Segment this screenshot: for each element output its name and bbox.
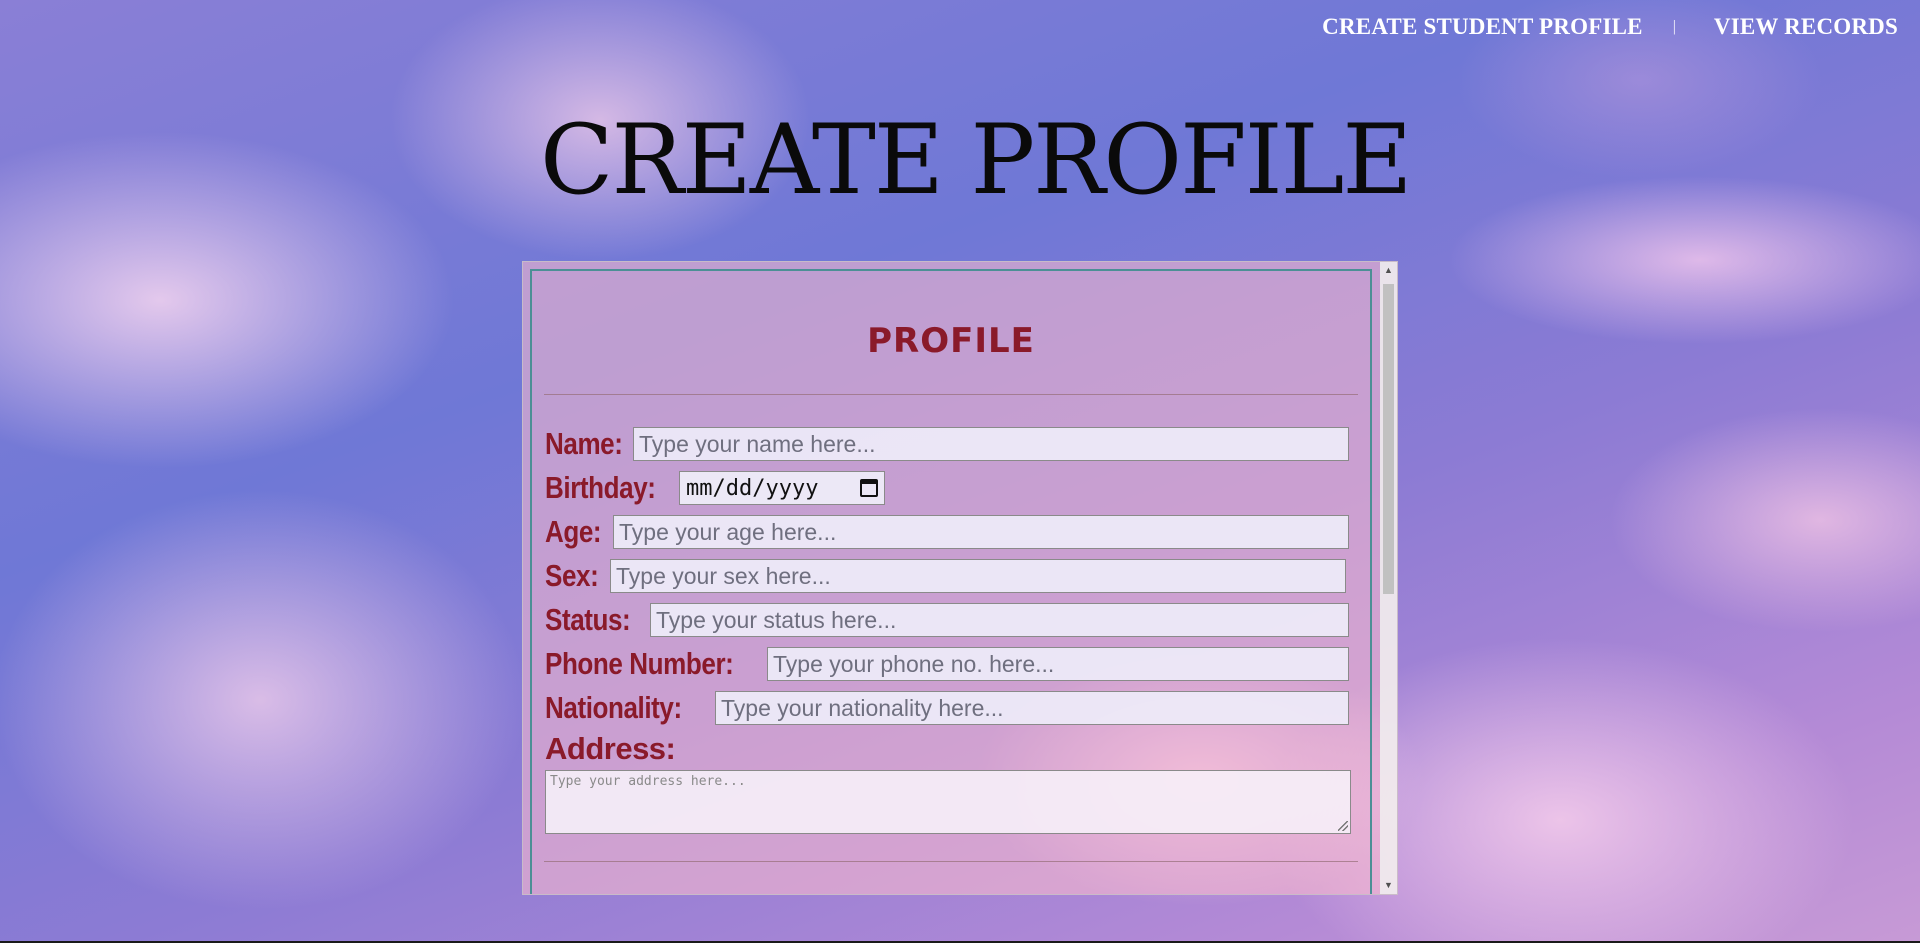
birthday-date-input[interactable]: mm/dd/yyyy bbox=[679, 471, 885, 505]
name-label: Name: bbox=[545, 426, 623, 461]
phone-row: Phone Number: bbox=[545, 646, 1349, 682]
nationality-input[interactable] bbox=[715, 691, 1349, 725]
age-input[interactable] bbox=[613, 515, 1349, 549]
name-row: Name: bbox=[545, 426, 1349, 462]
address-textarea[interactable] bbox=[545, 770, 1351, 834]
resize-handle-icon[interactable] bbox=[1338, 821, 1348, 831]
age-row: Age: bbox=[545, 514, 1349, 550]
panel-scrollbar[interactable]: ▲ ▼ bbox=[1380, 262, 1397, 894]
status-label: Status: bbox=[545, 602, 631, 637]
sex-row: Sex: bbox=[545, 558, 1346, 594]
phone-label: Phone Number: bbox=[545, 646, 734, 681]
address-row: Address: bbox=[545, 731, 676, 767]
chevron-up-icon[interactable]: ▲ bbox=[1380, 262, 1397, 279]
nationality-row: Nationality: bbox=[545, 690, 1349, 726]
age-label: Age: bbox=[545, 514, 602, 549]
phone-input[interactable] bbox=[767, 647, 1349, 681]
address-label: Address: bbox=[545, 731, 676, 766]
profile-form-panel[interactable]: PROFILE Name: Birthday: mm/dd/yyyy Age: … bbox=[522, 261, 1398, 895]
sex-label: Sex: bbox=[545, 558, 599, 593]
birthday-date-value: mm/dd/yyyy bbox=[686, 475, 819, 501]
birthday-row: Birthday: mm/dd/yyyy bbox=[545, 470, 885, 506]
status-input[interactable] bbox=[650, 603, 1349, 637]
nationality-label: Nationality: bbox=[545, 690, 682, 725]
nav-create-student-profile[interactable]: CREATE STUDENT PROFILE bbox=[1322, 14, 1643, 40]
form-heading: PROFILE bbox=[867, 321, 1035, 361]
chevron-down-icon[interactable]: ▼ bbox=[1380, 877, 1397, 894]
scroll-thumb[interactable] bbox=[1383, 284, 1394, 594]
sex-input[interactable] bbox=[610, 559, 1346, 593]
nav-separator: | bbox=[1672, 18, 1676, 35]
divider-top bbox=[544, 394, 1358, 395]
nav-view-records[interactable]: VIEW RECORDS bbox=[1714, 14, 1898, 40]
name-input[interactable] bbox=[633, 427, 1349, 461]
status-row: Status: bbox=[545, 602, 1349, 638]
birthday-label: Birthday: bbox=[545, 470, 656, 505]
profile-form: PROFILE Name: Birthday: mm/dd/yyyy Age: … bbox=[530, 269, 1372, 894]
top-nav: CREATE STUDENT PROFILE | VIEW RECORDS bbox=[1322, 14, 1898, 40]
page-title: CREATE PROFILE bbox=[540, 104, 1412, 216]
calendar-icon[interactable] bbox=[860, 479, 878, 497]
divider-bottom bbox=[544, 861, 1358, 862]
